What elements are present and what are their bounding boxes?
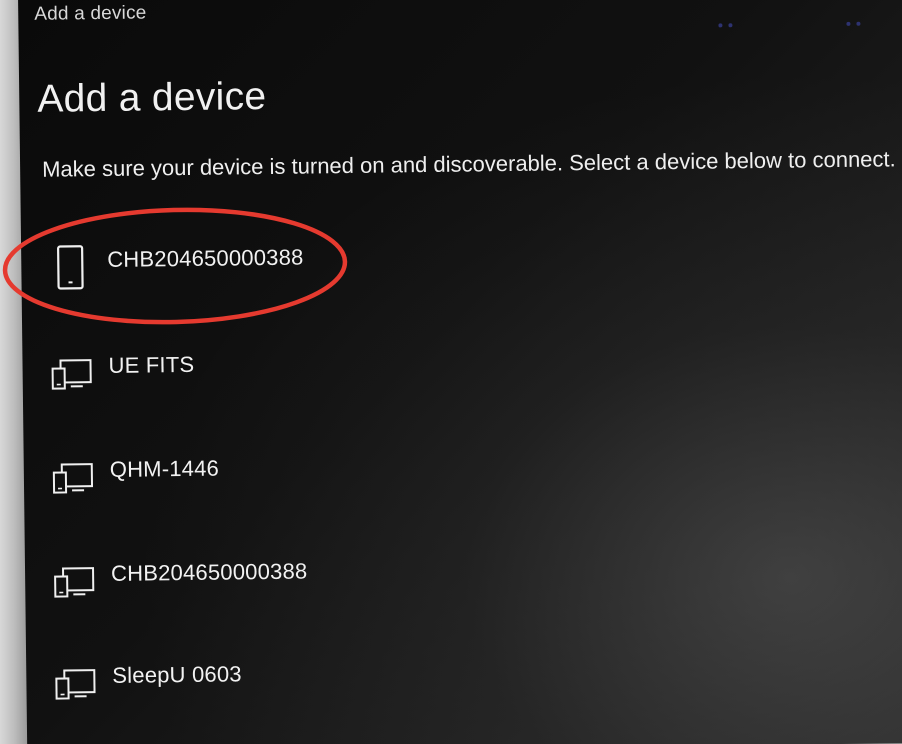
device-item-sleepu-0603[interactable]: SleepU 0603 bbox=[52, 645, 753, 714]
device-item-chb204650000388[interactable]: CHB204650000388 bbox=[47, 229, 748, 298]
device-item-ue-fits[interactable]: UE FITS bbox=[48, 335, 749, 404]
title-bar-dot bbox=[846, 21, 851, 26]
device-item-qhm-1446[interactable]: QHM-1446 bbox=[50, 439, 751, 508]
device-name: UE FITS bbox=[108, 351, 195, 378]
display-device-icon bbox=[50, 454, 97, 501]
phone-icon bbox=[47, 244, 94, 291]
device-name: CHB204650000388 bbox=[107, 244, 304, 272]
instructions-text: Make sure your device is turned on and d… bbox=[41, 146, 896, 182]
title-bar-dot bbox=[728, 23, 733, 28]
page-title: Add a device bbox=[37, 74, 267, 121]
add-device-window: Add a device Add a device Make sure your… bbox=[18, 0, 902, 744]
title-bar-dot bbox=[718, 23, 723, 28]
display-device-icon bbox=[52, 660, 99, 707]
window-title: Add a device bbox=[34, 2, 147, 25]
title-bar-dot bbox=[856, 21, 861, 26]
display-device-icon bbox=[51, 558, 98, 605]
device-name: CHB204650000388 bbox=[110, 558, 308, 586]
display-device-icon bbox=[48, 350, 95, 397]
device-item-chb204650000388-display[interactable]: CHB204650000388 bbox=[51, 543, 752, 612]
photo-frame: Add a device Add a device Make sure your… bbox=[0, 0, 902, 744]
device-name: SleepU 0603 bbox=[112, 661, 242, 688]
device-name: QHM-1446 bbox=[109, 455, 220, 482]
